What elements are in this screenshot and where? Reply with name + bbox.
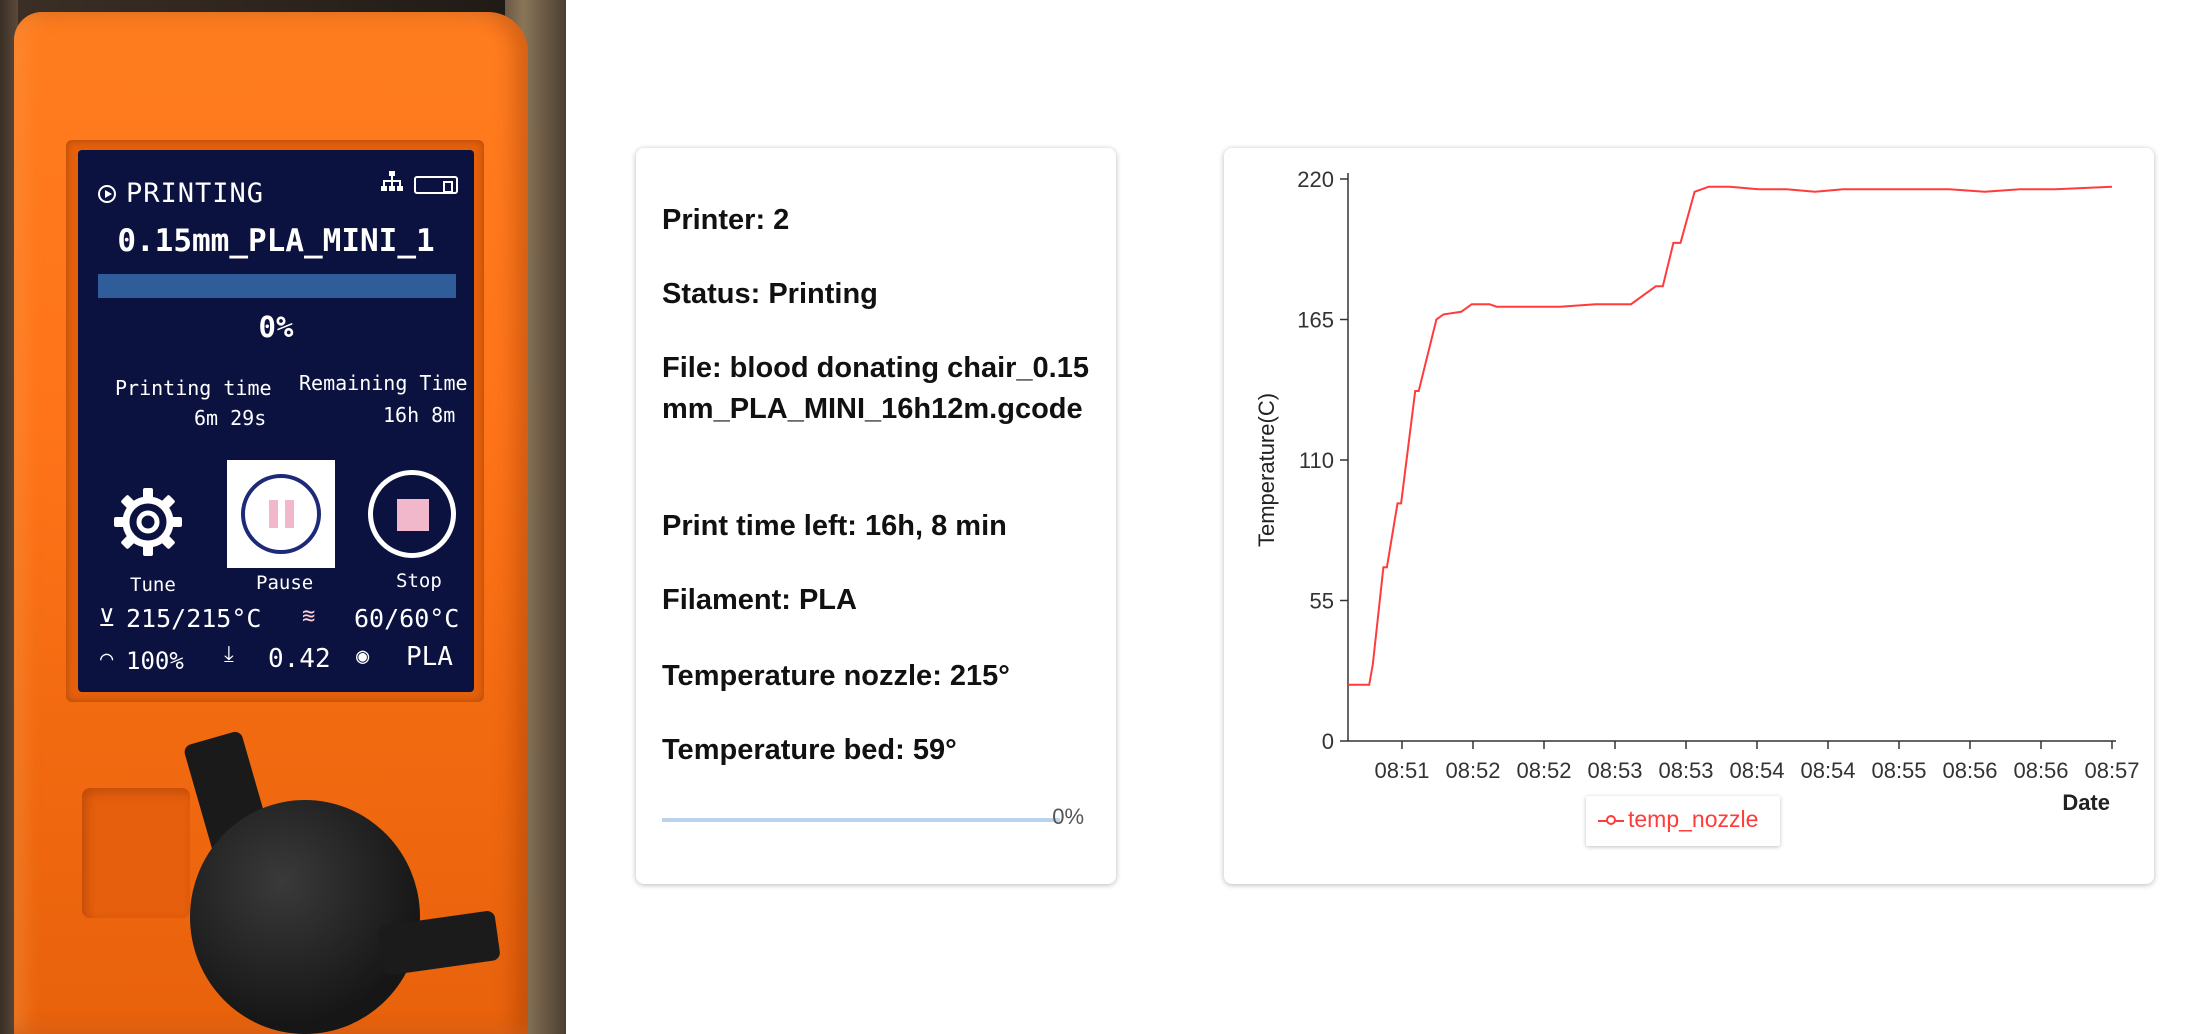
usb-icon: [414, 176, 458, 194]
progress-bar: [662, 818, 1060, 822]
x-tick-label: 08:51: [1374, 758, 1429, 783]
lcd-screen: PRINTING 0.15mm_PLA_MINI_1 0% Printing t…: [78, 150, 474, 692]
y-tick-label: 110: [1299, 448, 1334, 473]
pause-icon: [241, 474, 321, 554]
x-tick-label: 08:54: [1800, 758, 1855, 783]
y-tick-label: 0: [1322, 729, 1334, 754]
remaining-time-label: Remaining Time: [299, 371, 468, 395]
z-height: 0.42: [268, 644, 331, 674]
x-axis-label: Date: [2062, 790, 2110, 815]
x-tick-label: 08:53: [1587, 758, 1642, 783]
y-axis-label: Temperature(C): [1254, 393, 1279, 547]
printer-info-card: Printer: 2 Status: Printing File: blood …: [636, 148, 1116, 884]
stop-label: Stop: [396, 570, 442, 592]
tune-label: Tune: [130, 574, 176, 596]
temp-nozzle-line: [1348, 185, 2113, 686]
z-axis-icon: ⤓: [224, 642, 234, 667]
stop-icon[interactable]: [368, 470, 456, 558]
legend-marker: [1606, 815, 1616, 825]
lcd-status: PRINTING: [126, 178, 265, 209]
x-tick-label: 08:54: [1729, 758, 1784, 783]
printer-status: Status: Printing: [662, 278, 878, 310]
filament-value: PLA: [406, 642, 453, 672]
x-tick-label: 08:53: [1658, 758, 1713, 783]
printer-id: Printer: 2: [662, 204, 790, 236]
filament-icon: ◉: [356, 644, 370, 669]
pause-label: Pause: [256, 572, 314, 594]
lcd-progress-text: 0%: [258, 310, 294, 344]
y-tick-label: 165: [1297, 308, 1334, 333]
x-tick-label: 08:52: [1516, 758, 1571, 783]
x-tick-label: 08:52: [1445, 758, 1500, 783]
nozzle-temp: 215/215°C: [126, 604, 262, 633]
x-tick-label: 08:56: [2013, 758, 2068, 783]
temperature-chart: 0 55 110 165 220 08:51 08:52 08:52 08:53 08:53 08:…: [1254, 167, 2140, 815]
network-icon: [381, 171, 403, 191]
temperature-chart-card: 0 55 110 165 220 08:51 08:52 08:52 08:53 08:53 08:…: [1224, 148, 2154, 884]
x-tick-label: 08:56: [1942, 758, 1997, 783]
control-knob[interactable]: [190, 800, 420, 1034]
y-tick-label: 55: [1310, 589, 1334, 614]
bed-temperature: Temperature bed: 59°: [662, 734, 957, 766]
speed-value: 100%: [126, 647, 184, 675]
x-tick-label: 08:57: [2084, 758, 2139, 783]
nozzle-icon: ⊻: [98, 604, 116, 632]
lcd-filename: 0.15mm_PLA_MINI_1: [117, 223, 435, 259]
sd-slot-recess: [82, 788, 190, 918]
gear-icon[interactable]: [112, 486, 184, 558]
printing-time-label: Printing time: [115, 376, 272, 400]
filament-type: Filament: PLA: [662, 584, 857, 616]
print-file: File: blood donating chair_0.15mm_PLA_MI…: [662, 352, 1089, 425]
y-tick-label: 220: [1297, 167, 1334, 192]
speed-icon: ◠: [100, 647, 114, 672]
remaining-time-value: 16h 8m: [383, 403, 456, 427]
print-time-left: Print time left: 16h, 8 min: [662, 510, 1007, 542]
nozzle-temperature: Temperature nozzle: 215°: [662, 660, 1010, 692]
printing-time-value: 6m 29s: [194, 406, 267, 430]
x-tick-label: 08:55: [1871, 758, 1926, 783]
printer-photo: PRINTING 0.15mm_PLA_MINI_1 0% Printing t…: [0, 0, 566, 1034]
legend-series-name: temp_nozzle: [1628, 806, 1759, 832]
progress-text: 0%: [1052, 804, 1084, 829]
lcd-progress-bar: [98, 274, 456, 298]
chart-legend[interactable]: temp_nozzle: [1586, 796, 1780, 846]
bed-temp: 60/60°C: [354, 604, 460, 633]
pause-button[interactable]: [227, 460, 335, 568]
play-icon: [98, 185, 116, 203]
heatbed-icon: ≋: [302, 604, 316, 629]
